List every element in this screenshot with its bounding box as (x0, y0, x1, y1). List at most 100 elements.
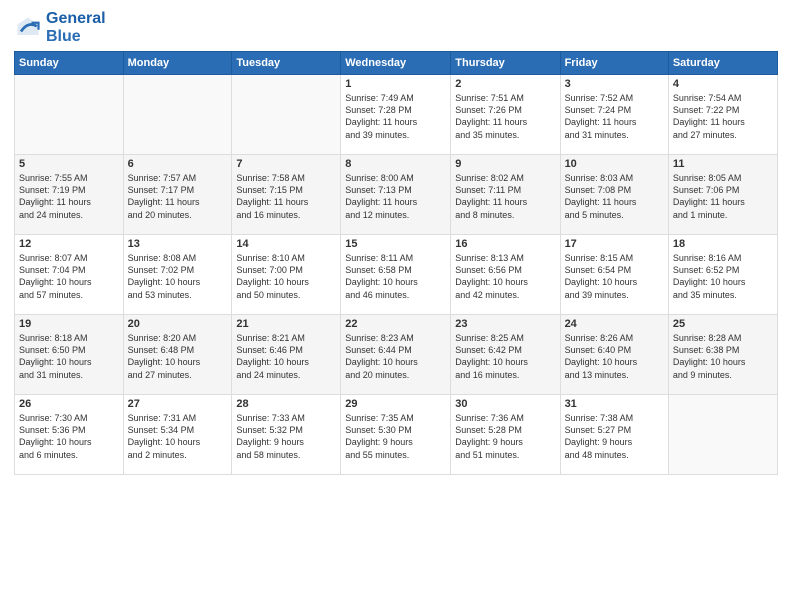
day-cell: 14 Sunrise: 8:10 AM Sunset: 7:00 PM Dayli… (232, 235, 341, 315)
day-number: 19 (19, 318, 119, 330)
day-cell: 29 Sunrise: 7:35 AM Sunset: 5:30 PM Dayli… (341, 395, 451, 475)
logo-text: General Blue (46, 10, 106, 45)
day-cell: 6 Sunrise: 7:57 AM Sunset: 7:17 PM Daylig… (123, 155, 232, 235)
day-cell: 22Sunrise: 8:23 AM Sunset: 6:44 PM Dayli… (341, 315, 451, 395)
day-info: Sunrise: 8:23 AM Sunset: 6:44 PM Dayligh… (345, 332, 446, 381)
day-number: 30 (455, 398, 555, 410)
day-number: 10 (565, 158, 664, 170)
day-number: 5 (19, 158, 119, 170)
day-cell: 7Sunrise: 7:58 AM Sunset: 7:15 PM Daylig… (232, 155, 341, 235)
day-cell: 20 Sunrise: 8:20 AM Sunset: 6:48 PM Dayli… (123, 315, 232, 395)
day-cell: 3 Sunrise: 7:52 AM Sunset: 7:24 PM Daylig… (560, 75, 668, 155)
logo: General Blue (14, 10, 106, 45)
day-info: Sunrise: 8:05 AM Sunset: 7:06 PM Dayligh… (673, 172, 773, 221)
day-number: 15 (345, 238, 446, 250)
day-info: Sunrise: 7:57 AM Sunset: 7:17 PM Dayligh… (128, 172, 228, 221)
week-row-1: 1 Sunrise: 7:49 AM Sunset: 7:28 PM Daylig… (15, 75, 778, 155)
weekday-header-saturday: Saturday (668, 52, 777, 75)
day-number: 3 (565, 78, 664, 90)
day-cell (15, 75, 124, 155)
day-info: Sunrise: 7:51 AM Sunset: 7:26 PM Dayligh… (455, 92, 555, 141)
day-number: 23 (455, 318, 555, 330)
day-cell: 16 Sunrise: 8:13 AM Sunset: 6:56 PM Dayli… (451, 235, 560, 315)
day-number: 16 (455, 238, 555, 250)
day-cell: 12 Sunrise: 8:07 AM Sunset: 7:04 PM Dayli… (15, 235, 124, 315)
day-number: 20 (128, 318, 228, 330)
day-info: Sunrise: 8:28 AM Sunset: 6:38 PM Dayligh… (673, 332, 773, 381)
day-cell: 5 Sunrise: 7:55 AM Sunset: 7:19 PM Daylig… (15, 155, 124, 235)
day-info: Sunrise: 8:11 AM Sunset: 6:58 PM Dayligh… (345, 252, 446, 301)
day-number: 18 (673, 238, 773, 250)
day-info: Sunrise: 8:26 AM Sunset: 6:40 PM Dayligh… (565, 332, 664, 381)
day-number: 17 (565, 238, 664, 250)
day-info: Sunrise: 8:03 AM Sunset: 7:08 PM Dayligh… (565, 172, 664, 221)
day-info: Sunrise: 8:15 AM Sunset: 6:54 PM Dayligh… (565, 252, 664, 301)
day-info: Sunrise: 8:07 AM Sunset: 7:04 PM Dayligh… (19, 252, 119, 301)
weekday-header-sunday: Sunday (15, 52, 124, 75)
day-cell: 19 Sunrise: 8:18 AM Sunset: 6:50 PM Dayli… (15, 315, 124, 395)
day-number: 26 (19, 398, 119, 410)
day-info: Sunrise: 7:31 AM Sunset: 5:34 PM Dayligh… (128, 412, 228, 461)
weekday-header-tuesday: Tuesday (232, 52, 341, 75)
day-cell: 18 Sunrise: 8:16 AM Sunset: 6:52 PM Dayli… (668, 235, 777, 315)
day-info: Sunrise: 8:20 AM Sunset: 6:48 PM Dayligh… (128, 332, 228, 381)
day-number: 24 (565, 318, 664, 330)
weekday-header-monday: Monday (123, 52, 232, 75)
day-cell: 28Sunrise: 7:33 AM Sunset: 5:32 PM Dayli… (232, 395, 341, 475)
day-number: 1 (345, 78, 446, 90)
day-cell: 8 Sunrise: 8:00 AM Sunset: 7:13 PM Daylig… (341, 155, 451, 235)
weekday-header-thursday: Thursday (451, 52, 560, 75)
day-number: 12 (19, 238, 119, 250)
day-info: Sunrise: 7:49 AM Sunset: 7:28 PM Dayligh… (345, 92, 446, 141)
day-cell: 23 Sunrise: 8:25 AM Sunset: 6:42 PM Dayli… (451, 315, 560, 395)
day-cell: 4Sunrise: 7:54 AM Sunset: 7:22 PM Daylig… (668, 75, 777, 155)
day-number: 14 (236, 238, 336, 250)
day-info: Sunrise: 7:58 AM Sunset: 7:15 PM Dayligh… (236, 172, 336, 221)
day-number: 6 (128, 158, 228, 170)
day-number: 13 (128, 238, 228, 250)
day-cell (232, 75, 341, 155)
weekday-header-friday: Friday (560, 52, 668, 75)
weekday-header-wednesday: Wednesday (341, 52, 451, 75)
day-cell: 30Sunrise: 7:36 AM Sunset: 5:28 PM Dayli… (451, 395, 560, 475)
day-info: Sunrise: 7:35 AM Sunset: 5:30 PM Dayligh… (345, 412, 446, 461)
day-cell: 9 Sunrise: 8:02 AM Sunset: 7:11 PM Daylig… (451, 155, 560, 235)
day-number: 11 (673, 158, 773, 170)
day-number: 9 (455, 158, 555, 170)
day-info: Sunrise: 7:52 AM Sunset: 7:24 PM Dayligh… (565, 92, 664, 141)
day-cell: 26Sunrise: 7:30 AM Sunset: 5:36 PM Dayli… (15, 395, 124, 475)
day-info: Sunrise: 8:13 AM Sunset: 6:56 PM Dayligh… (455, 252, 555, 301)
week-row-5: 26Sunrise: 7:30 AM Sunset: 5:36 PM Dayli… (15, 395, 778, 475)
day-number: 21 (236, 318, 336, 330)
day-number: 8 (345, 158, 446, 170)
day-cell: 25 Sunrise: 8:28 AM Sunset: 6:38 PM Dayli… (668, 315, 777, 395)
day-number: 29 (345, 398, 446, 410)
day-cell: 15 Sunrise: 8:11 AM Sunset: 6:58 PM Dayli… (341, 235, 451, 315)
week-row-2: 5 Sunrise: 7:55 AM Sunset: 7:19 PM Daylig… (15, 155, 778, 235)
day-info: Sunrise: 7:33 AM Sunset: 5:32 PM Dayligh… (236, 412, 336, 461)
day-info: Sunrise: 8:10 AM Sunset: 7:00 PM Dayligh… (236, 252, 336, 301)
day-cell: 31Sunrise: 7:38 AM Sunset: 5:27 PM Dayli… (560, 395, 668, 475)
day-number: 31 (565, 398, 664, 410)
day-info: Sunrise: 8:25 AM Sunset: 6:42 PM Dayligh… (455, 332, 555, 381)
day-info: Sunrise: 8:21 AM Sunset: 6:46 PM Dayligh… (236, 332, 336, 381)
day-cell: 11 Sunrise: 8:05 AM Sunset: 7:06 PM Dayli… (668, 155, 777, 235)
day-info: Sunrise: 7:54 AM Sunset: 7:22 PM Dayligh… (673, 92, 773, 141)
day-number: 2 (455, 78, 555, 90)
day-number: 27 (128, 398, 228, 410)
day-info: Sunrise: 8:02 AM Sunset: 7:11 PM Dayligh… (455, 172, 555, 221)
week-row-4: 19 Sunrise: 8:18 AM Sunset: 6:50 PM Dayli… (15, 315, 778, 395)
day-info: Sunrise: 8:00 AM Sunset: 7:13 PM Dayligh… (345, 172, 446, 221)
day-cell (668, 395, 777, 475)
day-number: 25 (673, 318, 773, 330)
day-cell: 24 Sunrise: 8:26 AM Sunset: 6:40 PM Dayli… (560, 315, 668, 395)
logo-icon (14, 14, 42, 42)
day-cell: 27 Sunrise: 7:31 AM Sunset: 5:34 PM Dayli… (123, 395, 232, 475)
day-info: Sunrise: 8:16 AM Sunset: 6:52 PM Dayligh… (673, 252, 773, 301)
day-cell: 21 Sunrise: 8:21 AM Sunset: 6:46 PM Dayli… (232, 315, 341, 395)
day-cell (123, 75, 232, 155)
day-cell: 17 Sunrise: 8:15 AM Sunset: 6:54 PM Dayli… (560, 235, 668, 315)
day-cell: 2 Sunrise: 7:51 AM Sunset: 7:26 PM Daylig… (451, 75, 560, 155)
day-info: Sunrise: 8:18 AM Sunset: 6:50 PM Dayligh… (19, 332, 119, 381)
day-info: Sunrise: 7:55 AM Sunset: 7:19 PM Dayligh… (19, 172, 119, 221)
